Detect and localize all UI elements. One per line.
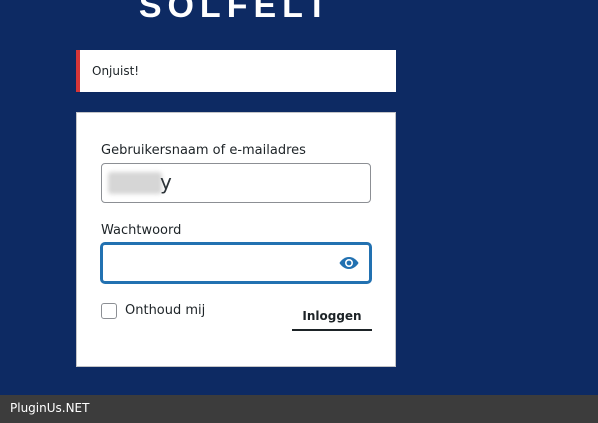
site-logo: SOLFELT — [138, 0, 334, 25]
login-button[interactable]: Inloggen — [292, 303, 372, 331]
footer-text: PluginUs.NET — [10, 401, 90, 415]
password-input[interactable] — [101, 243, 371, 283]
password-label: Wachtwoord — [101, 223, 182, 238]
footer-bar: PluginUs.NET — [0, 395, 598, 423]
error-notice: Onjuist! — [76, 50, 396, 92]
login-form: Gebruikersnaam of e-mailadres y Wachtwoo… — [76, 112, 396, 367]
redacted-username-blur — [108, 172, 162, 194]
username-label: Gebruikersnaam of e-mailadres — [101, 143, 306, 158]
error-notice-text: Onjuist! — [92, 64, 140, 78]
remember-me-checkbox[interactable] — [101, 303, 117, 319]
username-input[interactable]: y — [101, 163, 371, 203]
eye-icon[interactable] — [339, 255, 359, 271]
username-value: y — [160, 170, 172, 194]
remember-me-label[interactable]: Onthoud mij — [125, 303, 205, 318]
